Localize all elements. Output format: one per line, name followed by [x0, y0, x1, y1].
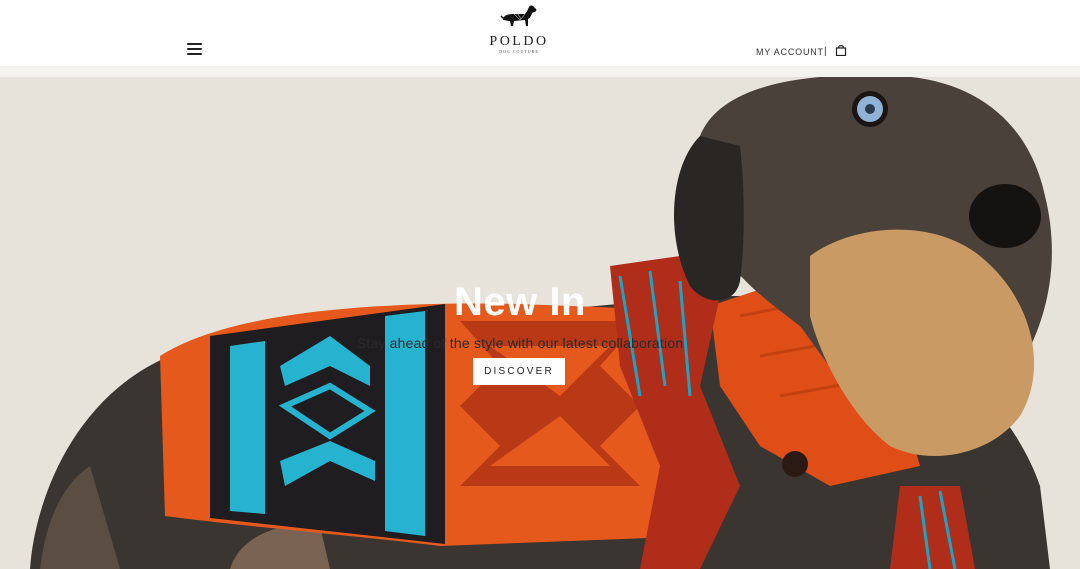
site-header: POLDO DOG COUTURE MY ACCOUNT | — [0, 0, 1080, 66]
hero-title: New In — [454, 280, 586, 324]
shopping-bag-icon[interactable] — [835, 44, 847, 56]
hero-top-band — [0, 66, 1080, 77]
dachshund-logo-icon — [500, 5, 537, 26]
site-logo[interactable]: POLDO DOG COUTURE — [470, 4, 568, 64]
logo-tagline: DOG COUTURE — [499, 49, 539, 54]
discover-button[interactable]: DISCOVER — [473, 358, 565, 385]
header-separator: | — [824, 46, 827, 57]
my-account-link[interactable]: MY ACCOUNT — [756, 47, 824, 57]
logo-name: POLDO — [489, 34, 549, 49]
hero-banner: New In Stay ahead of the style with our … — [0, 66, 1080, 569]
hamburger-menu-icon[interactable] — [187, 42, 204, 56]
hero-subtitle: Stay ahead of the style with our latest … — [356, 335, 684, 351]
